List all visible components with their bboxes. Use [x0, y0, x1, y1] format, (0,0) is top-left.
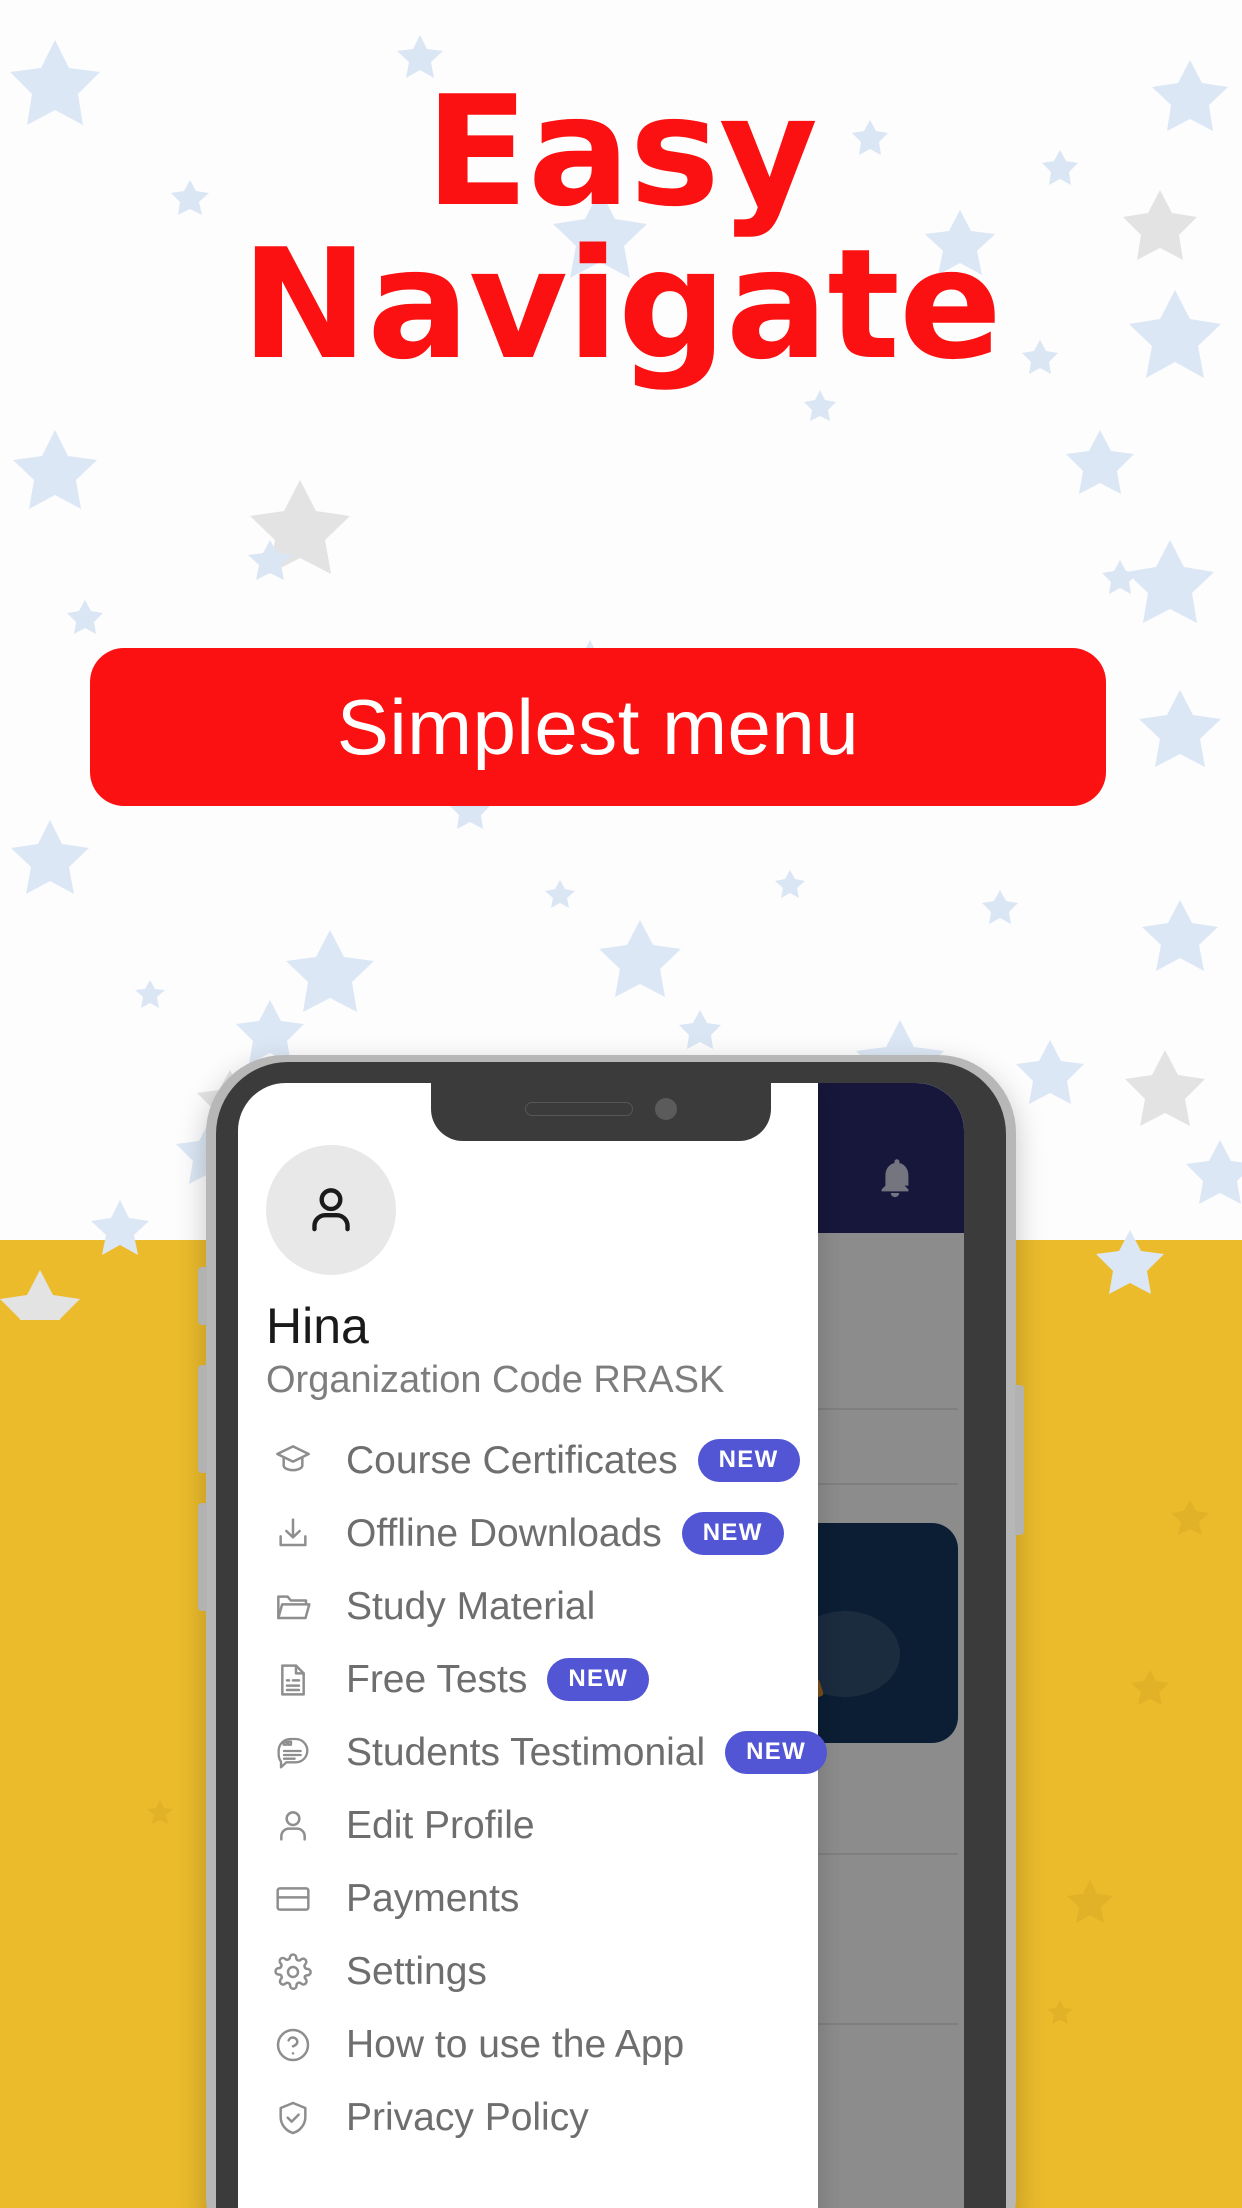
menu-item-label: Privacy Policy [346, 2095, 589, 2139]
menu-item-how-to-use-the-app[interactable]: How to use the App [266, 2008, 818, 2081]
menu-item-privacy-policy[interactable]: Privacy Policy [266, 2081, 818, 2154]
question-circle-icon [268, 2020, 318, 2070]
phone-power-button [1015, 1385, 1024, 1535]
headline-line-1: Easy [425, 63, 818, 240]
menu-item-study-material[interactable]: Study Material [266, 1570, 818, 1643]
user-name: Hina [266, 1298, 369, 1354]
menu-item-label: Offline Downloads [346, 1511, 662, 1555]
shield-check-icon [268, 2093, 318, 2143]
promo-headline: Easy Navigate [0, 63, 1242, 394]
drawer-menu-list: Course Certificates NEW Offline Download… [266, 1424, 828, 2154]
phone-volume-down-button [198, 1503, 207, 1611]
menu-item-payments[interactable]: Payments [266, 1862, 818, 1935]
menu-item-label: Study Material [346, 1584, 596, 1628]
person-icon [312, 1188, 350, 1232]
menu-item-label: Payments [346, 1876, 520, 1920]
document-icon [268, 1655, 318, 1705]
menu-item-students-testimonial[interactable]: Students Testimonial NEW [266, 1716, 828, 1789]
phone-notch [431, 1083, 771, 1141]
earpiece-speaker [525, 1102, 633, 1116]
promo-screenshot: Easy Navigate Simplest menu Hina Organiz… [0, 0, 1242, 2208]
new-badge: NEW [697, 1439, 800, 1482]
menu-item-free-tests[interactable]: Free Tests NEW [266, 1643, 818, 1716]
menu-item-label: Course Certificates [346, 1438, 678, 1482]
download-icon [268, 1509, 318, 1559]
menu-item-label: Students Testimonial [346, 1730, 706, 1774]
menu-item-settings[interactable]: Settings [266, 1935, 818, 2008]
headline-line-2: Navigate [240, 216, 1002, 394]
menu-item-edit-profile[interactable]: Edit Profile [266, 1789, 818, 1862]
menu-item-label: Edit Profile [346, 1803, 535, 1847]
phone-volume-up-button [198, 1365, 207, 1473]
menu-item-course-certificates[interactable]: Course Certificates NEW [266, 1424, 818, 1497]
menu-item-label: Settings [346, 1949, 487, 1993]
cta-label: Simplest menu [336, 682, 860, 771]
credit-card-icon [268, 1874, 318, 1924]
new-badge: NEW [725, 1731, 828, 1774]
menu-item-offline-downloads[interactable]: Offline Downloads NEW [266, 1497, 818, 1570]
avatar[interactable] [266, 1145, 396, 1275]
graduation-cap-icon [268, 1436, 318, 1486]
gear-icon [268, 1947, 318, 1997]
front-camera [655, 1098, 677, 1120]
phone-mockup: All → Mathematics Mathematics Hina Orga [198, 1055, 1036, 2208]
menu-item-label: How to use the App [346, 2022, 685, 2066]
phone-silent-switch [198, 1267, 207, 1325]
folder-icon [268, 1582, 318, 1632]
navigation-drawer: Hina Organization Code RRASK Course Cert… [238, 1083, 828, 2208]
menu-item-label: Free Tests [346, 1657, 528, 1701]
phone-screen: All → Mathematics Mathematics Hina Orga [238, 1083, 964, 2208]
organization-code: Organization Code RRASK [266, 1359, 725, 1401]
simplest-menu-button[interactable]: Simplest menu [90, 648, 1106, 806]
person-icon [268, 1801, 318, 1851]
new-badge: NEW [547, 1658, 650, 1701]
testimonial-icon [268, 1728, 318, 1778]
new-badge: NEW [681, 1512, 784, 1555]
